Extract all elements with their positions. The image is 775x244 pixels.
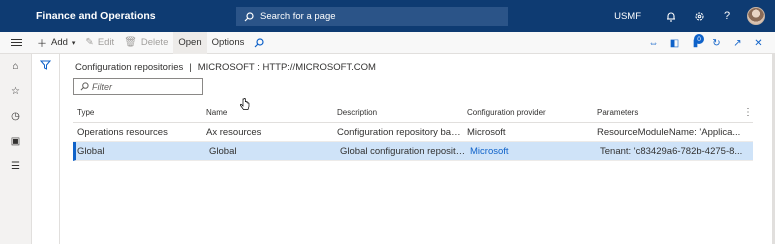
cell-parameters: ResourceModuleName: 'Applica... [597,126,741,138]
cell-type: Operations resources [77,126,168,138]
messages-icon[interactable]: ▮0 [685,32,706,54]
search-icon [80,82,89,91]
options-label: Options [211,37,245,48]
edit-button[interactable]: ✎ Edit [80,32,119,54]
action-bar: ＋ Add ▾ ✎ Edit 🗑︎ Delete Open Options ⇔ … [0,31,775,54]
cell-provider-link[interactable]: Microsoft [466,146,596,157]
workspace-icon[interactable]: ▣ [0,129,31,154]
cell-name: Global [209,145,237,157]
top-nav-bar: Finance and Operations Search for a page… [0,0,775,60]
repositories-grid: Type Name Description Configuration prov… [73,103,753,161]
options-button[interactable]: Options [207,32,250,54]
office-icon[interactable]: ◧ [664,32,685,54]
popout-icon[interactable]: ↗ [727,32,748,54]
more-options-icon[interactable]: ⋮ [743,107,753,118]
gear-icon[interactable] [685,0,713,32]
column-header-name[interactable]: Name [202,108,333,117]
company-picker[interactable]: USMF [614,11,641,22]
add-button[interactable]: ＋ Add ▾ [32,32,80,54]
hamburger-icon[interactable] [0,39,32,46]
filter-input[interactable]: Filter [73,78,203,95]
cell-description: Configuration repository based ... [337,126,463,138]
help-icon[interactable]: ? [713,0,741,32]
main-content: Configuration repositories | MICROSOFT : H… [60,54,772,244]
search-box[interactable]: Search for a page [236,7,508,26]
search-icon [254,37,264,47]
filter-icon[interactable] [39,60,52,72]
cell-description: Global configuration repository [340,145,466,157]
delete-button[interactable]: 🗑︎ Delete [119,32,173,54]
breadcrumb-context: MICROSOFT : HTTP://MICROSOFT.COM [197,62,376,73]
avatar[interactable] [747,7,765,25]
filter-placeholder: Filter [92,81,112,92]
edit-label: Edit [97,37,115,48]
cell-parameters: Tenant: 'c83429a6-782b-4275-8... [600,145,743,157]
column-header-type[interactable]: Type [73,108,202,117]
link-icon[interactable]: ⇔ [643,32,664,54]
add-label: Add [51,37,68,48]
filter-pane-strip [32,54,60,244]
search-icon [244,11,254,21]
chevron-down-icon: ▾ [71,39,76,47]
open-button[interactable]: Open [173,31,207,54]
open-label: Open [178,37,202,48]
list-icon[interactable]: ☰ [0,154,31,179]
column-header-provider[interactable]: Configuration provider [463,108,593,117]
cell-name: Ax resources [206,126,262,138]
page-title: Configuration repositories [75,62,184,73]
column-header-parameters[interactable]: Parameters [593,108,743,117]
delete-icon: 🗑︎ [124,37,137,48]
left-navigation: ⌂ ☆ ◷ ▣ ☰ [0,54,32,244]
column-header-description[interactable]: Description [333,108,463,117]
breadcrumb-separator: | [189,62,192,73]
cell-type: Global [77,145,105,157]
grid-header: Type Name Description Configuration prov… [73,103,753,123]
notification-badge: 0 [694,34,704,44]
bell-icon[interactable] [657,0,685,32]
table-row[interactable]: Operations resources Ax resources Config… [73,123,753,142]
search-placeholder: Search for a page [260,11,336,22]
breadcrumb: Configuration repositories | MICROSOFT : H… [75,62,376,73]
home-icon[interactable]: ⌂ [0,54,31,79]
refresh-icon[interactable]: ↻ [706,32,727,54]
table-row-selected[interactable]: Global Global Global configuration repos… [73,142,753,161]
cell-provider: Microsoft [467,126,506,138]
mouse-cursor-icon [240,98,250,110]
edit-icon: ✎ [85,37,94,48]
add-icon: ＋ [37,39,47,50]
clock-icon[interactable]: ◷ [0,104,31,129]
star-icon[interactable]: ☆ [0,79,31,104]
delete-label: Delete [140,37,169,48]
app-title[interactable]: Finance and Operations [36,10,236,22]
close-icon[interactable]: ✕ [748,32,769,54]
action-search-button[interactable] [249,32,269,54]
waffle-icon[interactable] [0,0,32,60]
